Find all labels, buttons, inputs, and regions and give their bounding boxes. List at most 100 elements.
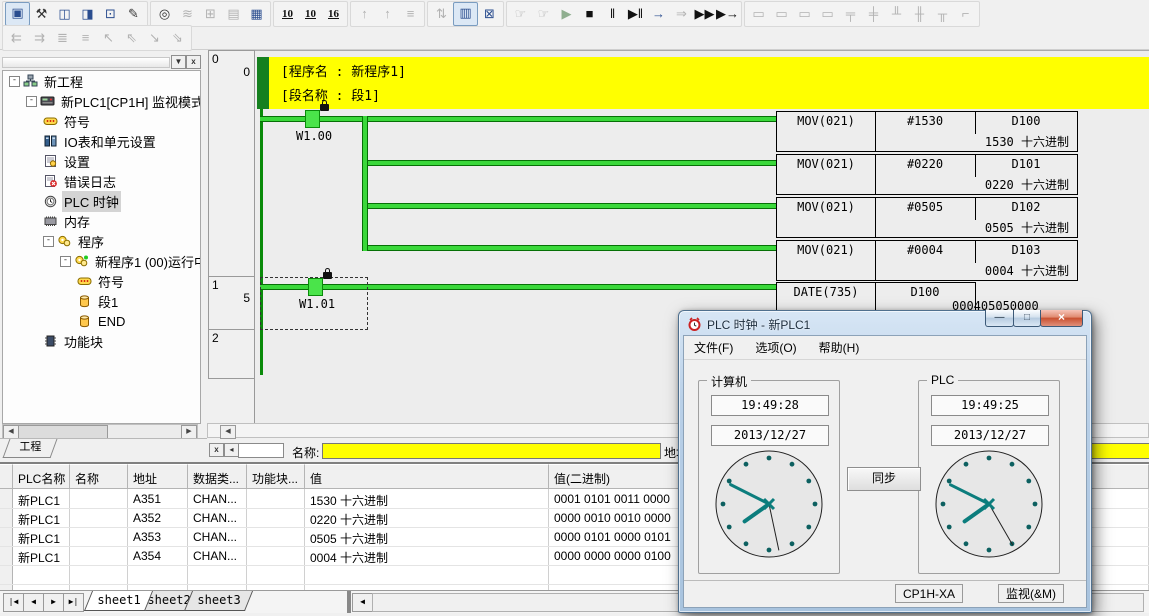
monitor-mode-icon[interactable]: ▶ — [555, 3, 578, 25]
cell-type[interactable]: CHAN... — [188, 527, 247, 546]
run-mode-icon[interactable]: ■ — [578, 3, 601, 25]
tree-item-error-log[interactable]: 错误日志 — [3, 171, 200, 191]
menu-help[interactable]: 帮助(H) — [819, 339, 860, 359]
word-monitor-icon[interactable]: ▭ — [770, 3, 793, 25]
column-header-plc[interactable]: PLC名称 — [13, 464, 70, 489]
expand-collapse-icon[interactable]: - — [26, 96, 37, 107]
draw-line-icon[interactable]: ⌐ — [954, 3, 977, 25]
workspace-dropdown-icon[interactable]: ▼ — [171, 55, 186, 69]
cell-value[interactable]: 0220 十六进制 — [305, 508, 549, 527]
scroll-right-icon[interactable]: ▶ — [181, 425, 197, 439]
monitor-signed-decimal-icon[interactable]: 10 — [299, 3, 322, 25]
forced-reset-monitor-icon[interactable]: ▭ — [816, 3, 839, 25]
new-coil-icon[interactable]: ╨ — [885, 3, 908, 25]
cell-type[interactable]: CHAN... — [188, 489, 247, 508]
show-properties-icon[interactable]: ✎ — [122, 3, 145, 25]
monitor-hex-icon[interactable]: 16 — [322, 3, 345, 25]
force-reset-icon[interactable]: ⇖ — [120, 27, 143, 49]
go-previous-icon[interactable]: ↑ — [353, 3, 376, 25]
new-contact-icon[interactable]: ╤ — [839, 3, 862, 25]
cell-type[interactable]: CHAN... — [188, 546, 247, 565]
cell-value[interactable]: 1530 十六进制 — [305, 489, 549, 508]
online-save-icon[interactable]: ⇅ — [430, 3, 453, 25]
sheet-scroll-left-icon[interactable]: ◀ — [352, 593, 373, 612]
compile-program-icon[interactable]: ⚒ — [30, 3, 53, 25]
tree-item-end[interactable]: END — [3, 311, 200, 331]
column-header-fb[interactable]: 功能块... — [247, 464, 305, 489]
contact-W1.00[interactable] — [305, 110, 320, 128]
tree-item-plc-clock[interactable]: PLC 时钟 — [3, 191, 200, 211]
tree-item-plc[interactable]: -新PLC1[CP1H] 监视模式 — [3, 91, 200, 111]
io-bit-monitor-icon[interactable]: ▭ — [747, 3, 770, 25]
sheet-nav-2-icon[interactable]: ▶ — [43, 593, 64, 612]
expand-collapse-icon[interactable]: - — [9, 76, 20, 87]
instruction-MOV(021)[interactable]: MOV(021)#0004D1030004 十六进制 — [776, 240, 1078, 281]
workspace-grip[interactable] — [2, 57, 170, 68]
new-closed-coil-icon[interactable]: ╫ — [908, 3, 931, 25]
sheet-tab-sheet1[interactable]: sheet1 — [84, 591, 153, 611]
new-instruction-icon[interactable]: ╥ — [931, 3, 954, 25]
io-comment-window-icon[interactable]: ⊡ — [99, 3, 122, 25]
cell-address[interactable]: A354 — [128, 546, 188, 565]
column-header-value[interactable]: 值 — [305, 464, 549, 489]
watch-blank-field[interactable] — [238, 443, 284, 458]
cell-address[interactable]: A351 — [128, 489, 188, 508]
step-over-icon[interactable]: ⇒ — [670, 3, 693, 25]
close-button[interactable]: × — [1040, 310, 1083, 327]
set-value-icon[interactable]: ⇘ — [166, 27, 189, 49]
tree-item-programs[interactable]: -程序 — [3, 231, 200, 251]
forced-set-monitor-icon[interactable]: ▭ — [793, 3, 816, 25]
scroll-left-icon[interactable]: ◀ — [220, 425, 236, 439]
menu-options[interactable]: 选项(O) — [755, 339, 796, 359]
address-reference-icon[interactable]: ≡ — [399, 3, 422, 25]
maximize-button[interactable]: □ — [1013, 310, 1041, 327]
menu-file[interactable]: 文件(F) — [694, 339, 733, 359]
cell-plc[interactable]: 新PLC1 — [13, 546, 70, 565]
column-header-name[interactable]: 名称 — [70, 464, 128, 489]
debug-mode-icon[interactable]: ☞ — [532, 3, 555, 25]
expand-collapse-icon[interactable]: - — [43, 236, 54, 247]
cell-value[interactable]: 0505 十六进制 — [305, 527, 549, 546]
force-set-icon[interactable]: ↖ — [97, 27, 120, 49]
rung-margin-0[interactable]: 00 — [208, 50, 255, 278]
tree-item-program1-symbols[interactable]: 符号 — [3, 271, 200, 291]
tree-item-program1[interactable]: -新程序1 (00)运行中 — [3, 251, 200, 271]
cell-address[interactable]: A352 — [128, 508, 188, 527]
symbol-table-icon[interactable]: ≋ — [176, 3, 199, 25]
align-rung-icon[interactable]: ≣ — [51, 27, 74, 49]
tree-item-symbols[interactable]: 符号 — [3, 111, 200, 131]
indent-left-icon[interactable]: ⇇ — [5, 27, 28, 49]
program-mode-icon[interactable]: ☞ — [509, 3, 532, 25]
work-online-icon[interactable]: ▥ — [453, 2, 478, 26]
expand-collapse-icon[interactable]: - — [60, 256, 71, 267]
rung-margin-2[interactable]: 2 — [208, 329, 255, 379]
tree-item-settings[interactable]: 设置 — [3, 151, 200, 171]
sheet-nav-0-icon[interactable]: |◀ — [3, 593, 24, 612]
new-closed-contact-icon[interactable]: ╪ — [862, 3, 885, 25]
rung-margin-1[interactable]: 15 — [208, 276, 255, 331]
cell-address[interactable]: A353 — [128, 527, 188, 546]
go-next-icon[interactable]: ↑ — [376, 3, 399, 25]
local-symbols-icon[interactable]: ⊞ — [199, 3, 222, 25]
tab-project[interactable]: 工程 — [3, 439, 58, 458]
monitor-decimal-icon[interactable]: 10 — [276, 3, 299, 25]
clear-align-icon[interactable]: ≡ — [74, 27, 97, 49]
scan-run-icon[interactable]: ▶→ — [716, 3, 739, 25]
toggle-project-workspace-icon[interactable]: ▣ — [5, 2, 30, 26]
sheet-nav-1-icon[interactable]: ◀ — [23, 593, 44, 612]
force-cancel-icon[interactable]: ↘ — [143, 27, 166, 49]
continuous-step-icon[interactable]: ▶▶ — [693, 3, 716, 25]
sheet-tab-sheet3[interactable]: sheet3 — [184, 591, 253, 611]
dialog-titlebar[interactable]: PLC 时钟 - 新PLC1 — [687, 315, 810, 333]
scroll-left-icon[interactable]: ◀ — [3, 425, 19, 439]
instruction-MOV(021)[interactable]: MOV(021)#1530D1001530 十六进制 — [776, 111, 1078, 152]
column-header-type[interactable]: 数据类... — [188, 464, 247, 489]
tree-item-memory[interactable]: 内存 — [3, 211, 200, 231]
plc-clock-dialog[interactable]: PLC 时钟 - 新PLC1 — □ × 文件(F) 选项(O) 帮助(H) 计… — [678, 310, 1092, 613]
sheetbar-splitter[interactable] — [347, 591, 351, 613]
name-input[interactable] — [322, 443, 661, 459]
step-run-icon[interactable]: ▶‖ — [624, 3, 647, 25]
find-in-project-icon[interactable]: ◎ — [153, 3, 176, 25]
pause-icon[interactable]: ‖ — [601, 3, 624, 25]
minimize-button[interactable]: — — [985, 310, 1014, 327]
